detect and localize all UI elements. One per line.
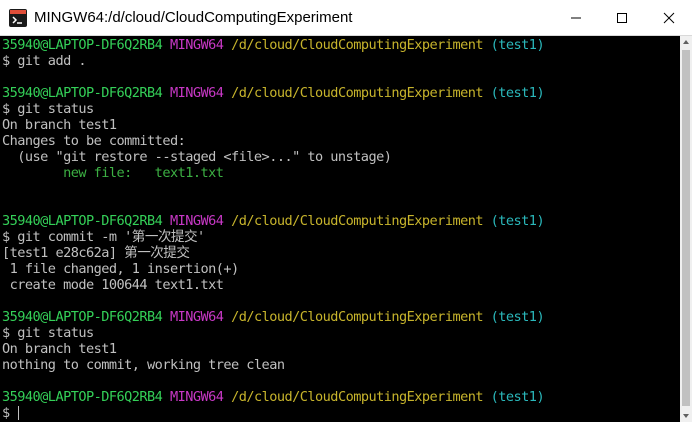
minimize-button[interactable] xyxy=(553,0,599,36)
output-line: (use "git restore --staged <file>..." to… xyxy=(2,149,392,165)
prompt-path: /d/cloud/CloudComputingExperiment xyxy=(231,37,483,53)
prompt-path: /d/cloud/CloudComputingExperiment xyxy=(231,309,483,325)
input-prompt: $ xyxy=(2,405,18,421)
prompt-line: 35940@LAPTOP-DF6Q2RB4 MINGW64 /d/cloud/C… xyxy=(2,213,678,229)
prompt-user: 35940@LAPTOP-DF6Q2RB4 xyxy=(2,213,163,229)
output-line: [test1 e28c62a] 第一次提交 xyxy=(2,245,190,261)
prompt-user: 35940@LAPTOP-DF6Q2RB4 xyxy=(2,85,163,101)
output-line: nothing to commit, working tree clean xyxy=(2,357,285,373)
chevron-down-icon xyxy=(683,414,689,418)
prompt-branch: (test1) xyxy=(490,85,545,101)
command-line: $ git status xyxy=(2,101,94,117)
prompt-branch: (test1) xyxy=(490,389,545,405)
scroll-down-button[interactable] xyxy=(680,410,692,422)
command-line: $ git add . xyxy=(2,53,87,69)
scroll-up-button[interactable] xyxy=(680,36,692,48)
prompt-line: 35940@LAPTOP-DF6Q2RB4 MINGW64 /d/cloud/C… xyxy=(2,389,678,405)
chevron-up-icon xyxy=(683,40,689,44)
vertical-scrollbar[interactable] xyxy=(680,36,692,422)
prompt-env: MINGW64 xyxy=(169,309,224,325)
terminal-output[interactable]: 35940@LAPTOP-DF6Q2RB4 MINGW64 /d/cloud/C… xyxy=(0,36,680,422)
terminal-window: MINGW64:/d/cloud/CloudComputingExperimen… xyxy=(0,0,692,422)
input-line[interactable]: $ xyxy=(2,405,678,421)
prompt-user: 35940@LAPTOP-DF6Q2RB4 xyxy=(2,309,163,325)
git-bash-icon xyxy=(9,9,27,27)
prompt-user: 35940@LAPTOP-DF6Q2RB4 xyxy=(2,389,163,405)
prompt-line: 35940@LAPTOP-DF6Q2RB4 MINGW64 /d/cloud/C… xyxy=(2,37,678,53)
prompt-branch: (test1) xyxy=(490,309,545,325)
command-line: $ git commit -m '第一次提交' xyxy=(2,229,205,245)
prompt-path: /d/cloud/CloudComputingExperiment xyxy=(231,213,483,229)
output-line: create mode 100644 text1.txt xyxy=(2,277,224,293)
command-line: $ git status xyxy=(2,325,94,341)
prompt-line: 35940@LAPTOP-DF6Q2RB4 MINGW64 /d/cloud/C… xyxy=(2,309,678,325)
maximize-button[interactable] xyxy=(599,0,645,36)
output-line: Changes to be committed: xyxy=(2,133,186,149)
prompt-env: MINGW64 xyxy=(169,85,224,101)
prompt-branch: (test1) xyxy=(490,37,545,53)
minimize-icon xyxy=(571,17,581,19)
prompt-env: MINGW64 xyxy=(169,389,224,405)
prompt-user: 35940@LAPTOP-DF6Q2RB4 xyxy=(2,37,163,53)
close-icon xyxy=(663,12,674,24)
title-bar[interactable]: MINGW64:/d/cloud/CloudComputingExperimen… xyxy=(0,0,692,36)
prompt-branch: (test1) xyxy=(490,213,545,229)
output-line: 1 file changed, 1 insertion(+) xyxy=(2,261,240,277)
prompt-env: MINGW64 xyxy=(169,213,224,229)
prompt-path: /d/cloud/CloudComputingExperiment xyxy=(231,85,483,101)
output-line: On branch test1 xyxy=(2,341,117,357)
maximize-icon xyxy=(617,13,627,23)
staged-file-line: new file: text1.txt xyxy=(2,165,224,181)
prompt-line: 35940@LAPTOP-DF6Q2RB4 MINGW64 /d/cloud/C… xyxy=(2,85,678,101)
text-cursor xyxy=(18,406,20,420)
window-title: MINGW64:/d/cloud/CloudComputingExperimen… xyxy=(34,9,353,26)
close-button[interactable] xyxy=(645,0,692,36)
scroll-thumb[interactable] xyxy=(682,50,690,406)
prompt-env: MINGW64 xyxy=(169,37,224,53)
output-line: On branch test1 xyxy=(2,117,117,133)
prompt-path: /d/cloud/CloudComputingExperiment xyxy=(231,389,483,405)
